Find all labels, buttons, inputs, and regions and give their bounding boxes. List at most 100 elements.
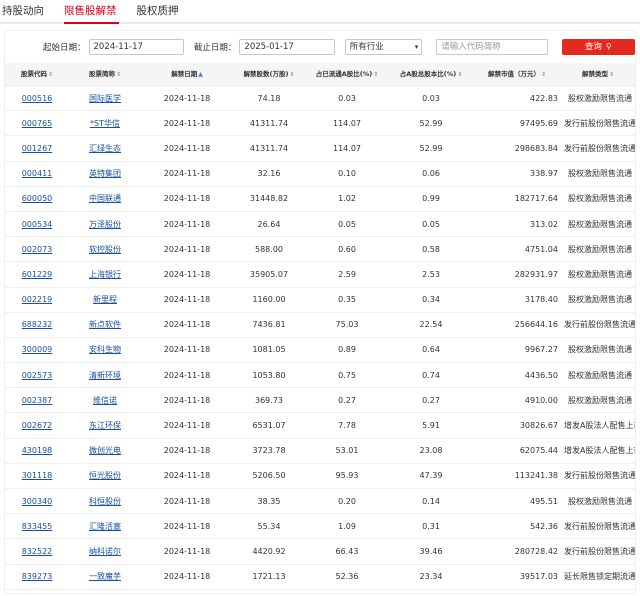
col-header-date[interactable]: 解禁日期▲ bbox=[141, 63, 233, 86]
cell-unlock-type: 延长限售锁定期流通 bbox=[561, 564, 635, 590]
cell-market-value: 39517.03 bbox=[473, 564, 561, 590]
cell-market-value: 422.83 bbox=[473, 85, 561, 112]
cell-stock-code[interactable]: 002573 bbox=[5, 362, 69, 389]
cell-stock-code[interactable]: 002387 bbox=[5, 387, 69, 414]
cell-total-ratio: 0.99 bbox=[389, 186, 473, 212]
cell-stock-code[interactable]: 001267 bbox=[5, 135, 69, 162]
col-header-market-value[interactable]: 解禁市值（万元）⇕ bbox=[473, 63, 561, 86]
cell-total-ratio: 52.99 bbox=[389, 110, 473, 137]
col-header-shares[interactable]: 解禁股数(万股)⇕ bbox=[233, 63, 305, 86]
cell-stock-code[interactable]: 000411 bbox=[5, 161, 69, 187]
cell-stock-name[interactable]: 纳科诺尔 bbox=[69, 538, 141, 565]
tab-equity-pledge[interactable]: 股权质押 bbox=[137, 3, 187, 22]
cell-unlock-date: 2024-11-18 bbox=[141, 564, 233, 590]
cell-float-ratio: 0.03 bbox=[305, 85, 389, 112]
tab-restricted-unlock[interactable]: 限售股解禁 bbox=[64, 3, 125, 24]
end-date-input[interactable]: 2025-01-17 bbox=[239, 39, 335, 55]
tab-holding-trends[interactable]: 持股动向 bbox=[2, 3, 52, 22]
cell-unlock-date: 2024-11-18 bbox=[141, 261, 233, 288]
cell-stock-name[interactable]: 汇隆活塞 bbox=[69, 513, 141, 540]
table-row: 833455 汇隆活塞 2024-11-18 55.34 1.09 0.31 542.36 发… bbox=[5, 513, 635, 540]
col-header-float-ratio[interactable]: 占已流通A股比(%)⇕ bbox=[305, 63, 389, 86]
start-date-input[interactable]: 2024-11-17 bbox=[88, 39, 184, 55]
cell-unlock-shares: 6531.07 bbox=[233, 412, 305, 439]
cell-unlock-shares: 588.00 bbox=[233, 236, 305, 263]
cell-unlock-type: 发行前股份限售流通 bbox=[561, 312, 635, 338]
col-header-name[interactable]: 股票简称⇕ bbox=[69, 63, 141, 86]
cell-stock-name[interactable]: 中国联通 bbox=[69, 186, 141, 212]
cell-unlock-date: 2024-11-18 bbox=[141, 85, 233, 112]
cell-total-ratio: 0.64 bbox=[389, 337, 473, 364]
cell-stock-code[interactable]: 000765 bbox=[5, 110, 69, 137]
cell-stock-code[interactable]: 002219 bbox=[5, 287, 69, 313]
cell-unlock-type: 股权激励限售流通 bbox=[561, 85, 635, 112]
cell-float-ratio: 0.10 bbox=[305, 161, 389, 187]
cell-unlock-date: 2024-11-18 bbox=[141, 186, 233, 212]
cell-stock-name[interactable]: 清新环境 bbox=[69, 362, 141, 389]
cell-total-ratio: 0.05 bbox=[389, 211, 473, 238]
cell-unlock-type: 增发A股法人配售上市 bbox=[561, 412, 635, 439]
cell-stock-name[interactable]: 上海银行 bbox=[69, 261, 141, 288]
col-header-type[interactable]: 解禁类型⇕ bbox=[561, 63, 635, 86]
cell-stock-code[interactable]: 601229 bbox=[5, 261, 69, 288]
cell-market-value: 182717.64 bbox=[473, 186, 561, 212]
cell-stock-name[interactable]: 汇绿生态 bbox=[69, 135, 141, 162]
cell-stock-name[interactable]: *ST华信 bbox=[69, 110, 141, 137]
cell-stock-code[interactable]: 833455 bbox=[5, 513, 69, 540]
cell-stock-code[interactable]: 300340 bbox=[5, 488, 69, 515]
cell-stock-name[interactable]: 新点软件 bbox=[69, 312, 141, 338]
cell-total-ratio: 5.91 bbox=[389, 412, 473, 439]
cell-stock-code[interactable]: 000534 bbox=[5, 211, 69, 238]
cell-stock-code[interactable]: 600050 bbox=[5, 186, 69, 212]
cell-unlock-shares: 38.35 bbox=[233, 488, 305, 515]
query-button[interactable]: 查询 ⚲ bbox=[561, 39, 635, 55]
cell-float-ratio: 2.59 bbox=[305, 261, 389, 288]
col-header-total-ratio[interactable]: 占A股总股本比(%)⇕ bbox=[389, 63, 473, 86]
cell-stock-code[interactable]: 688232 bbox=[5, 312, 69, 338]
cell-stock-name[interactable]: 恒光股份 bbox=[69, 463, 141, 490]
cell-stock-name[interactable]: 英特集团 bbox=[69, 161, 141, 187]
industry-select[interactable]: 所有行业 ▾ bbox=[344, 39, 423, 55]
cell-stock-name[interactable]: 维信诺 bbox=[69, 387, 141, 414]
table-row: 002219 新里程 2024-11-18 1160.00 0.35 0.34 3178.4… bbox=[5, 287, 635, 313]
cell-stock-name[interactable]: 新里程 bbox=[69, 287, 141, 313]
cell-unlock-date: 2024-11-18 bbox=[141, 337, 233, 364]
cell-stock-name[interactable]: 软控股份 bbox=[69, 236, 141, 263]
cell-stock-code[interactable]: 002073 bbox=[5, 236, 69, 263]
cell-float-ratio: 95.93 bbox=[305, 463, 389, 490]
cell-total-ratio: 23.34 bbox=[389, 564, 473, 590]
cell-stock-code[interactable]: 839273 bbox=[5, 564, 69, 590]
cell-market-value: 256644.16 bbox=[473, 312, 561, 338]
col-header-code[interactable]: 股票代码⇕ bbox=[5, 63, 69, 86]
table-row: 000534 万泽股份 2024-11-18 26.64 0.05 0.05 313.02 股… bbox=[5, 211, 635, 238]
cell-stock-code[interactable]: 000516 bbox=[5, 85, 69, 112]
cell-stock-code[interactable]: 300009 bbox=[5, 337, 69, 364]
cell-stock-name[interactable]: 安科生物 bbox=[69, 337, 141, 364]
cell-total-ratio: 52.99 bbox=[389, 135, 473, 162]
cell-market-value: 4751.04 bbox=[473, 236, 561, 263]
cell-float-ratio: 52.36 bbox=[305, 564, 389, 590]
cell-float-ratio: 0.35 bbox=[305, 287, 389, 313]
cell-stock-name[interactable]: 东江环保 bbox=[69, 412, 141, 439]
cell-stock-code[interactable]: 301118 bbox=[5, 463, 69, 490]
code-search-input[interactable]: 请输入代码简称 bbox=[436, 39, 548, 55]
sort-icon: ⇕ bbox=[373, 70, 379, 78]
table-row: 001267 汇绿生态 2024-11-18 41311.74 114.07 52.99 2… bbox=[5, 135, 635, 162]
cell-stock-name[interactable]: 一致魔芋 bbox=[69, 564, 141, 590]
cell-unlock-shares: 32.16 bbox=[233, 161, 305, 187]
cell-stock-code[interactable]: 002672 bbox=[5, 412, 69, 439]
cell-stock-code[interactable]: 430198 bbox=[5, 438, 69, 464]
cell-unlock-date: 2024-11-18 bbox=[141, 110, 233, 137]
cell-unlock-shares: 1053.80 bbox=[233, 362, 305, 389]
cell-unlock-shares: 5206.50 bbox=[233, 463, 305, 490]
cell-stock-code[interactable]: 832522 bbox=[5, 538, 69, 565]
cell-unlock-type: 股权激励限售流通 bbox=[561, 236, 635, 263]
cell-total-ratio: 39.46 bbox=[389, 538, 473, 565]
table-row: 000765 *ST华信 2024-11-18 41311.74 114.07 52.99… bbox=[5, 110, 635, 137]
cell-stock-name[interactable]: 微创光电 bbox=[69, 438, 141, 464]
cell-stock-name[interactable]: 科恒股份 bbox=[69, 488, 141, 515]
cell-stock-name[interactable]: 国际医学 bbox=[69, 85, 141, 112]
cell-market-value: 62075.44 bbox=[473, 438, 561, 464]
sort-icon: ⇕ bbox=[115, 70, 122, 78]
cell-stock-name[interactable]: 万泽股份 bbox=[69, 211, 141, 238]
